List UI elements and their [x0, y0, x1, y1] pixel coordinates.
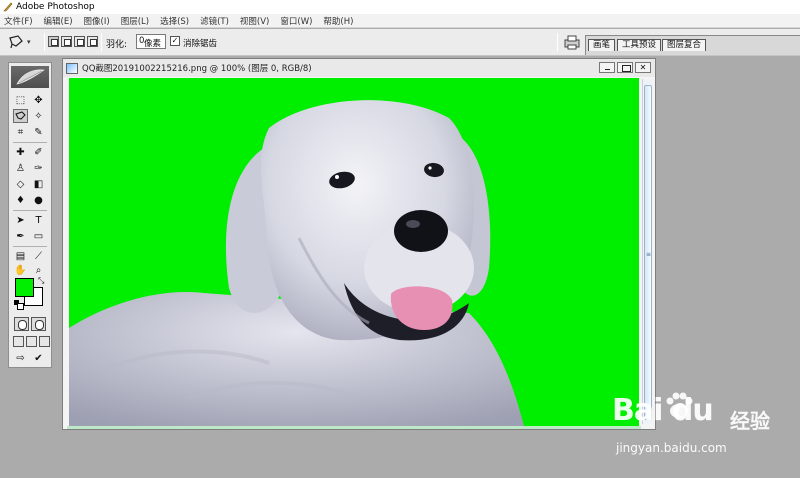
watermark-url: jingyan.baidu.com — [616, 441, 727, 455]
history-brush-icon[interactable]: ✑ — [31, 161, 46, 175]
antialias-label: 消除锯齿 — [183, 39, 218, 49]
move-icon[interactable]: ✥ — [31, 93, 46, 107]
paw-icon — [666, 392, 693, 418]
zoom-icon[interactable]: ⌕ — [31, 263, 46, 277]
brush-icon[interactable]: ✐ — [31, 145, 46, 159]
shape-icon[interactable]: ▭ — [31, 229, 46, 243]
app-title: Adobe Photoshop — [16, 2, 95, 12]
tab-brushes[interactable]: 画笔 — [588, 39, 616, 51]
menu-help[interactable]: 帮助(H) — [323, 15, 353, 27]
watermark-brand: 经验 — [730, 409, 770, 433]
standard-screen-button[interactable] — [13, 336, 24, 347]
divider — [101, 33, 102, 51]
document-titlebar[interactable]: QQ截图20191002215216.png @ 100% (图层 0, RGB… — [63, 59, 655, 77]
blur-icon[interactable]: ♦ — [13, 193, 28, 207]
menu-image[interactable]: 图像(I) — [84, 15, 110, 27]
pen-icon[interactable]: ✒ — [13, 229, 28, 243]
dog-photo — [69, 100, 524, 426]
grip-icon: ≡ — [646, 251, 652, 258]
selection-mode-group — [48, 36, 98, 47]
notes-icon[interactable]: ▤ — [13, 249, 28, 263]
document-title: QQ截图20191002215216.png @ 100% (图层 0, RGB… — [82, 64, 312, 74]
chevron-down-icon: ▾ — [27, 38, 31, 46]
scrollbar-thumb[interactable]: ≡ — [644, 85, 652, 420]
full-screen-button[interactable] — [39, 336, 50, 347]
app-titlebar: Adobe Photoshop — [0, 0, 800, 14]
eraser-icon[interactable]: ◇ — [13, 177, 28, 191]
menu-layer[interactable]: 图层(L) — [121, 15, 149, 27]
menu-window[interactable]: 窗口(W) — [280, 15, 312, 27]
healing-brush-icon[interactable]: ✚ — [13, 145, 28, 159]
intersect-selection-button[interactable] — [87, 36, 98, 47]
magic-wand-icon[interactable]: ✧ — [31, 109, 46, 123]
imageready-icon[interactable]: ✔ — [31, 351, 46, 365]
close-button[interactable]: ✕ — [635, 62, 651, 73]
tab-tool-presets[interactable]: 工具预设 — [617, 39, 662, 51]
add-to-selection-button[interactable] — [61, 36, 72, 47]
photoshop-feather-icon — [3, 2, 13, 12]
eyedropper-icon[interactable]: ⟋ — [31, 249, 46, 263]
jump-to-imageready-icon[interactable]: ⇨ — [13, 351, 28, 365]
palette-well: 画笔 工具预设 图层复合 — [585, 35, 800, 55]
maximize-button[interactable] — [617, 62, 633, 73]
crop-icon[interactable]: ⌗ — [13, 125, 28, 139]
feather-label: 羽化: — [106, 40, 128, 50]
menu-file[interactable]: 文件(F) — [4, 15, 33, 27]
foreground-color-swatch[interactable] — [15, 278, 34, 297]
image-file-icon — [66, 62, 78, 74]
document-window: QQ截图20191002215216.png @ 100% (图层 0, RGB… — [62, 58, 656, 430]
menubar: 文件(F) 编辑(E) 图像(I) 图层(L) 选择(S) 滤镜(T) 视图(V… — [0, 14, 800, 28]
divider — [13, 142, 47, 143]
divider — [13, 210, 47, 211]
window-controls: ✕ — [599, 62, 651, 73]
polygonal-lasso-icon[interactable] — [13, 109, 28, 123]
swap-colors-icon[interactable]: ⤡ — [38, 276, 44, 286]
gradient-icon[interactable]: ◧ — [31, 177, 46, 191]
horizontal-scrollbar[interactable] — [67, 426, 641, 429]
divider — [13, 246, 47, 247]
divider — [44, 33, 45, 51]
full-screen-menu-button[interactable] — [26, 336, 37, 347]
path-selection-icon[interactable]: ➤ — [13, 213, 28, 227]
polygonal-lasso-icon — [9, 35, 23, 49]
toolbox: ⬚ ✥ ✧ ⌗ ✎ ✚ ✐ ♙ ✑ ◇ ◧ ♦ ● ➤ T ✒ ▭ ▤ ⟋ ✋ … — [8, 62, 52, 368]
type-icon[interactable]: T — [31, 213, 46, 227]
vertical-scrollbar[interactable]: ≡ — [642, 79, 652, 424]
standard-mode-button[interactable] — [14, 317, 29, 331]
marquee-icon[interactable]: ⬚ — [13, 93, 28, 107]
options-bar: ▾ 羽化: 0 像素 ✓ 消除锯齿 画笔 工具预设 图层复合 — [0, 29, 800, 56]
subtract-from-selection-button[interactable] — [74, 36, 85, 47]
photoshop-feather-icon[interactable] — [11, 66, 49, 88]
minimize-button[interactable] — [599, 62, 615, 73]
default-colors-icon[interactable] — [14, 300, 24, 310]
antialias-checkbox[interactable]: ✓ — [170, 36, 180, 46]
menu-view[interactable]: 视图(V) — [240, 15, 269, 27]
new-selection-button[interactable] — [48, 36, 59, 47]
quick-mask-button[interactable] — [31, 317, 46, 331]
palette-well-icon[interactable] — [563, 34, 581, 50]
baidu-jingyan-watermark: Bai du 经验 jingyan.baidu.com — [612, 392, 798, 469]
feather-unit: 像素 — [144, 39, 162, 49]
dodge-icon[interactable]: ● — [31, 193, 46, 207]
menu-edit[interactable]: 编辑(E) — [44, 15, 73, 27]
clone-stamp-icon[interactable]: ♙ — [13, 161, 28, 175]
menu-select[interactable]: 选择(S) — [160, 15, 189, 27]
tool-preset-picker[interactable]: ▾ — [8, 33, 38, 51]
divider — [557, 33, 558, 51]
image-canvas[interactable] — [69, 78, 639, 426]
slice-icon[interactable]: ✎ — [31, 125, 46, 139]
tab-layer-comps[interactable]: 图层复合 — [662, 39, 707, 51]
menu-filter[interactable]: 滤镜(T) — [200, 15, 229, 27]
hand-icon[interactable]: ✋ — [13, 263, 28, 277]
